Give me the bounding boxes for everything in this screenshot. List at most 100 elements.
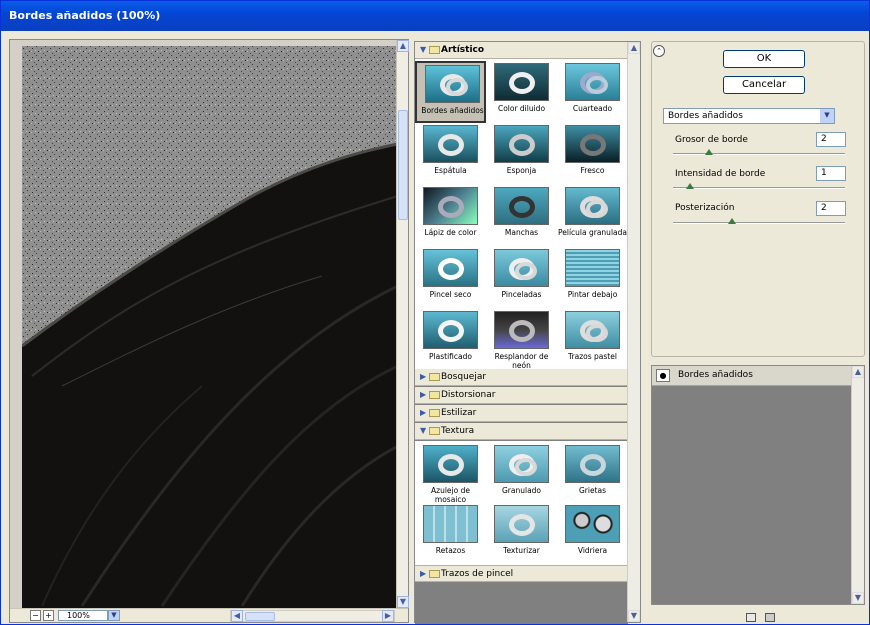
filter-tile[interactable]: Retazos — [415, 503, 486, 565]
preview-canvas — [22, 46, 398, 608]
filter-tile[interactable]: Pinceladas — [486, 247, 557, 309]
category-trazos-de-pincel[interactable]: ▶ Trazos de pincel — [415, 565, 628, 582]
gallery-scrollbar[interactable]: ▲ ▼ — [627, 42, 640, 622]
artistico-filters: Bordes añadidos Color diluido Cuarteado … — [415, 59, 628, 375]
layers-scrollbar[interactable]: ▲ ▼ — [851, 366, 864, 604]
filter-thumbnail — [494, 249, 549, 287]
filter-tile[interactable]: Lápiz de color — [415, 185, 486, 247]
collapsed-triangle-icon: ▶ — [420, 372, 427, 381]
zoom-dropdown-icon[interactable]: ▼ — [108, 610, 120, 621]
scroll-left-icon[interactable]: ◀ — [231, 610, 243, 622]
zoom-in-button[interactable]: + — [43, 610, 54, 621]
filter-gallery: ▼ Artístico Bordes añadidos Color diluid… — [414, 41, 641, 624]
filter-thumbnail — [425, 65, 480, 103]
scroll-thumb[interactable] — [398, 110, 408, 220]
filter-thumbnail — [423, 445, 478, 483]
filter-tile[interactable]: Esponja — [486, 123, 557, 185]
filter-tile[interactable]: Resplandor de neón — [486, 309, 557, 371]
grosor-field[interactable]: 2 — [816, 132, 846, 147]
filter-tile[interactable]: Color diluido — [486, 61, 557, 123]
preview-image[interactable] — [22, 46, 398, 608]
filter-tile[interactable]: Bordes añadidos — [415, 61, 486, 123]
zoom-out-button[interactable]: − — [30, 610, 41, 621]
filter-tile[interactable]: Manchas — [486, 185, 557, 247]
filter-tile[interactable]: Vidriera — [557, 503, 628, 565]
filter-thumbnail — [423, 311, 478, 349]
scroll-up-icon[interactable]: ▲ — [852, 366, 864, 378]
category-artistico[interactable]: ▼ Artístico — [415, 42, 628, 59]
filter-tile[interactable]: Película granulada — [557, 185, 628, 247]
filter-thumbnail — [565, 505, 620, 543]
preview-vertical-scrollbar[interactable]: ▲ ▼ — [396, 40, 409, 608]
filter-select[interactable]: Bordes añadidos ▼ — [663, 108, 835, 124]
filter-thumbnail — [565, 187, 620, 225]
folder-icon — [429, 570, 440, 578]
category-bosquejar[interactable]: ▶ Bosquejar — [415, 369, 628, 386]
zoom-level[interactable]: 100% — [58, 610, 108, 621]
scroll-up-icon[interactable]: ▲ — [628, 42, 640, 54]
filter-tile[interactable]: Cuarteado — [557, 61, 628, 123]
expanded-triangle-icon: ▼ — [420, 426, 427, 435]
folder-icon — [429, 373, 440, 381]
folder-icon — [429, 427, 440, 435]
param-label: Grosor de borde — [675, 135, 748, 145]
filter-thumbnail — [494, 187, 549, 225]
filter-thumbnail — [494, 63, 549, 101]
scroll-down-icon[interactable]: ▼ — [628, 610, 640, 622]
collapsed-triangle-icon: ▶ — [420, 408, 427, 417]
filter-tile[interactable]: Espátula — [415, 123, 486, 185]
grosor-slider-knob[interactable] — [705, 149, 713, 155]
filter-thumbnail — [494, 505, 549, 543]
window-title: Bordes añadidos (100%) — [9, 9, 161, 22]
collapsed-triangle-icon: ▶ — [420, 569, 427, 578]
title-bar[interactable]: Bordes añadidos (100%) — [1, 1, 869, 31]
filter-tile[interactable]: Texturizar — [486, 503, 557, 565]
scroll-right-icon[interactable]: ▶ — [382, 610, 394, 622]
category-textura[interactable]: ▼ Textura — [415, 423, 628, 440]
filter-thumbnail — [494, 445, 549, 483]
scroll-down-icon[interactable]: ▼ — [397, 596, 409, 608]
scroll-down-icon[interactable]: ▼ — [852, 592, 864, 604]
cancel-button[interactable]: Cancelar — [723, 76, 805, 94]
filter-tile[interactable]: Azulejo de mosaico — [415, 443, 486, 505]
intensidad-field[interactable]: 1 — [816, 166, 846, 181]
collapse-gallery-icon[interactable]: ⌃ — [653, 45, 665, 57]
posterizacion-slider-track[interactable] — [673, 222, 845, 224]
trash-icon[interactable] — [765, 613, 775, 622]
effect-layer-row[interactable]: ● Bordes añadidos — [652, 366, 852, 386]
new-effect-layer-icon[interactable] — [746, 613, 756, 622]
filter-thumbnail — [565, 311, 620, 349]
ok-button[interactable]: OK — [723, 50, 805, 68]
eye-icon[interactable]: ● — [656, 369, 670, 382]
filter-tile[interactable]: Granulado — [486, 443, 557, 505]
filter-thumbnail — [565, 63, 620, 101]
filter-thumbnail — [423, 187, 478, 225]
scroll-up-icon[interactable]: ▲ — [397, 40, 409, 52]
chevron-down-icon[interactable]: ▼ — [820, 109, 834, 123]
category-estilizar[interactable]: ▶ Estilizar — [415, 405, 628, 422]
folder-icon — [429, 46, 440, 54]
filter-tile[interactable]: Trazos pastel — [557, 309, 628, 371]
folder-icon — [429, 391, 440, 399]
filter-tile[interactable]: Pintar debajo — [557, 247, 628, 309]
filter-thumbnail — [565, 125, 620, 163]
folder-icon — [429, 409, 440, 417]
intensidad-slider-knob[interactable] — [686, 183, 694, 189]
filter-thumbnail — [423, 249, 478, 287]
posterizacion-slider-knob[interactable] — [728, 218, 736, 224]
filter-tile[interactable]: Plastificado — [415, 309, 486, 371]
intensidad-slider-track[interactable] — [673, 187, 845, 189]
filter-tile[interactable]: Grietas — [557, 443, 628, 505]
filter-tile[interactable]: Fresco — [557, 123, 628, 185]
category-distorsionar[interactable]: ▶ Distorsionar — [415, 387, 628, 404]
textura-filters: Azulejo de mosaico Granulado Grietas Ret… — [415, 441, 628, 565]
filter-thumbnail — [423, 125, 478, 163]
collapsed-triangle-icon: ▶ — [420, 390, 427, 399]
preview-horizontal-scrollbar[interactable]: ◀ ▶ — [230, 610, 395, 622]
scroll-thumb-horizontal[interactable] — [245, 612, 275, 621]
posterizacion-field[interactable]: 2 — [816, 201, 846, 216]
filter-tile[interactable]: Pincel seco — [415, 247, 486, 309]
filter-thumbnail — [565, 445, 620, 483]
effect-layers-panel: ● Bordes añadidos ▲ ▼ — [651, 365, 865, 605]
grosor-slider-track[interactable] — [673, 153, 845, 155]
